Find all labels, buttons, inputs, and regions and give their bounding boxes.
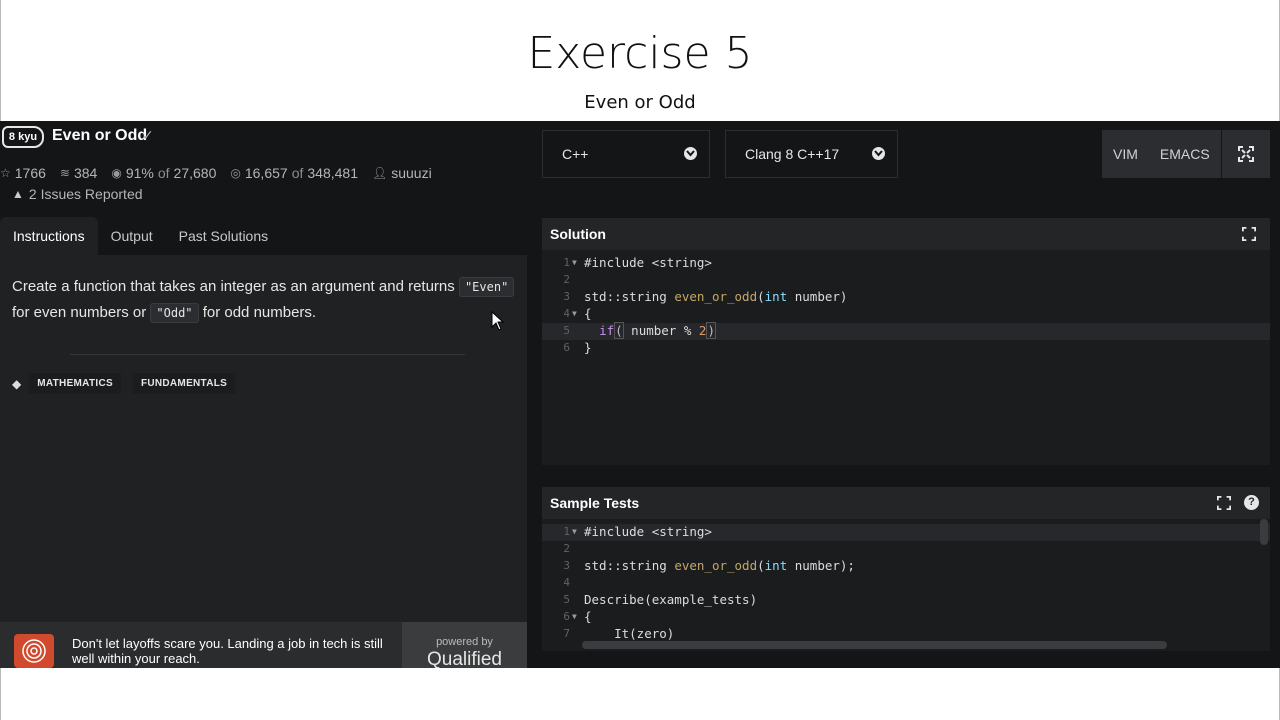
code-text: std::string even_or_odd(int number) — [584, 289, 848, 304]
code-text: } — [584, 340, 592, 355]
version-value: Clang 8 C++17 — [745, 146, 840, 162]
slide-title: Exercise 5 — [527, 28, 753, 79]
code-line-active: 5 if( number % 2) — [542, 322, 1270, 340]
solution-header: Solution — [542, 218, 1270, 250]
completed-stat: ◎ 16,657 of 348,481 — [230, 165, 358, 181]
spiral-icon — [22, 639, 46, 663]
emacs-button[interactable]: EMACS — [1149, 130, 1221, 178]
chevron-down-icon — [872, 147, 885, 160]
code-text: Describe(example_tests) — [584, 592, 758, 607]
editor-mode-group: VIM EMACS — [1102, 130, 1221, 178]
qualified-logo — [14, 634, 54, 668]
horizontal-scrollbar[interactable] — [582, 641, 1167, 649]
fullscreen-button[interactable] — [1222, 130, 1270, 178]
user-icon: 👤︎ — [371, 166, 388, 180]
code-line: 3 std::string even_or_odd(int number); — [563, 558, 855, 573]
code-line: 3 std::string even_or_odd(int number) — [563, 289, 848, 304]
check-icon: ✓ — [142, 127, 154, 143]
tab-instructions[interactable]: Instructions — [0, 217, 98, 255]
code-text: { — [584, 306, 592, 321]
sample-tests-title: Sample Tests — [550, 495, 640, 511]
divider — [70, 354, 465, 355]
tag-fundamentals[interactable]: FUNDAMENTALS — [132, 373, 236, 394]
slide-subtitle: Even or Odd — [584, 92, 696, 113]
satisfaction-stat: ◉ 91% of 27,680 — [111, 165, 216, 181]
code-text: if( number % 2) — [599, 322, 716, 339]
left-panel: 8 kyu Even or Odd ✓ ☆ 1766 ≋ 384 ◉ 91% of 27,… — [0, 121, 527, 668]
code-line: 6 } — [563, 340, 592, 355]
author-name: suuuzi — [391, 165, 432, 181]
desc-part1: Create a function that takes an integer … — [12, 278, 455, 295]
expand-icon — [1217, 496, 1231, 510]
version-select[interactable]: Clang 8 C++17 — [725, 130, 898, 178]
code-text: { — [584, 609, 592, 624]
language-select[interactable]: C++ — [542, 130, 710, 178]
attempts-value: 348,481 — [307, 165, 358, 181]
issues-label: 2 Issues Reported — [28, 186, 143, 202]
help-icon[interactable]: ? — [1244, 495, 1259, 510]
layers-icon: ≋ — [59, 166, 70, 180]
satisfaction-of: of — [157, 165, 170, 181]
odd-code: "Odd" — [150, 303, 199, 323]
collections-stat[interactable]: ≋ 384 — [60, 165, 97, 181]
desc-part2: for even numbers or — [12, 304, 147, 321]
stars-stat[interactable]: ☆ 1766 — [0, 165, 46, 181]
kata-description: Create a function that takes an integer … — [12, 274, 517, 326]
target-icon: ◎ — [230, 166, 241, 180]
author-stat[interactable]: 👤︎ suuuzi — [372, 165, 432, 181]
satisfaction-value: 91% — [125, 165, 154, 181]
mouse-cursor — [491, 310, 505, 336]
code-text: std::string even_or_odd(int number); — [584, 558, 855, 573]
solution-editor[interactable]: 1 ▼ #include <string> 2 3 std::string eve… — [542, 250, 1270, 465]
code-line: 4 — [563, 576, 570, 589]
kata-title[interactable]: Even or Odd — [52, 127, 147, 145]
warning-icon: ▲ — [12, 187, 24, 201]
code-line: 4 ▼ { — [563, 306, 592, 321]
kata-header: 8 kyu Even or Odd ✓ ☆ 1766 ≋ 384 ◉ 91% of 27,… — [0, 121, 527, 217]
tag-icon: ◆ — [12, 376, 22, 391]
star-icon: ☆ — [0, 166, 11, 180]
code-line-active: 1 ▼ #include <string> — [542, 524, 1270, 541]
solution-title: Solution — [550, 226, 606, 242]
code-line: 2 — [563, 273, 570, 286]
expand-icon — [1238, 146, 1254, 162]
tab-past-solutions[interactable]: Past Solutions — [166, 217, 282, 255]
votes-value: 27,680 — [173, 165, 217, 181]
completed-value: 16,657 — [244, 165, 288, 181]
eye-icon: ◉ — [111, 166, 122, 180]
collections-value: 384 — [73, 165, 98, 181]
code-line: 5 Describe(example_tests) — [563, 592, 758, 607]
code-line: 6 ▼ { — [563, 609, 592, 624]
even-code: "Even" — [458, 277, 515, 297]
code-text: #include <string> — [584, 255, 712, 270]
code-text: #include <string> — [584, 524, 712, 539]
language-value: C++ — [562, 146, 589, 162]
ad-text: Don't let layoffs scare you. Landing a j… — [72, 636, 383, 666]
qualified-brand: Qualified — [427, 649, 502, 668]
expand-icon — [1242, 227, 1256, 241]
ad-banner[interactable]: Don't let layoffs scare you. Landing a j… — [0, 622, 527, 668]
vertical-scrollbar[interactable] — [1260, 519, 1268, 545]
issues-link[interactable]: ▲ 2 Issues Reported — [12, 186, 143, 202]
completed-of: of — [291, 165, 304, 181]
tag-list: ◆ MATHEMATICS FUNDAMENTALS — [12, 373, 239, 394]
powered-by-box[interactable]: powered by Qualified — [402, 622, 527, 668]
tab-output[interactable]: Output — [98, 217, 166, 255]
sample-tests-header: Sample Tests ? — [542, 487, 1270, 519]
chevron-down-icon — [684, 147, 697, 160]
left-tabs: Instructions Output Past Solutions — [0, 217, 527, 255]
code-line: 1 ▼ #include <string> — [563, 255, 712, 270]
vim-button[interactable]: VIM — [1102, 130, 1149, 178]
codewars-app: 8 kyu Even or Odd ✓ ☆ 1766 ≋ 384 ◉ 91% of 27,… — [0, 121, 1280, 668]
powered-by-label: powered by — [436, 636, 493, 648]
tag-mathematics[interactable]: MATHEMATICS — [29, 373, 121, 394]
kata-stats: ☆ 1766 ≋ 384 ◉ 91% of 27,680 ◎ 16,657 of 348,481… — [0, 165, 432, 181]
stars-value: 1766 — [14, 165, 46, 181]
desc-part3: for odd numbers. — [202, 304, 317, 321]
kyu-badge: 8 kyu — [2, 126, 44, 148]
code-line: 2 — [563, 542, 570, 555]
sample-tests-editor[interactable]: 1 ▼ #include <string> 2 3 std::string eve… — [542, 519, 1270, 651]
